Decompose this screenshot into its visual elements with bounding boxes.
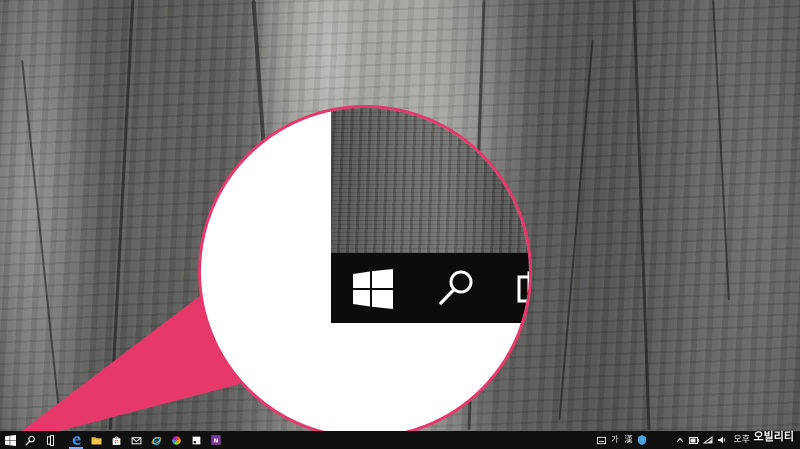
search-button[interactable] bbox=[20, 431, 40, 449]
paint-icon bbox=[192, 436, 200, 444]
onenote-icon: N bbox=[211, 435, 221, 445]
internet-explorer-button[interactable] bbox=[146, 431, 166, 449]
windows-logo-icon bbox=[353, 269, 393, 309]
magnified-taskbar bbox=[331, 253, 529, 323]
clock-period-label[interactable]: 오후 bbox=[729, 431, 752, 449]
store-bag-icon bbox=[112, 436, 120, 445]
svg-text:N: N bbox=[214, 438, 219, 444]
search-icon bbox=[24, 435, 35, 446]
mail-button[interactable] bbox=[126, 431, 146, 449]
battery-icon[interactable] bbox=[687, 431, 701, 449]
paint-button[interactable] bbox=[186, 431, 206, 449]
keyboard-icon[interactable] bbox=[594, 431, 608, 449]
chevron-up-icon[interactable] bbox=[673, 431, 687, 449]
windows-logo-icon bbox=[4, 434, 16, 446]
search-icon bbox=[439, 270, 473, 305]
color-wheel-icon bbox=[171, 435, 181, 445]
task-view-icon bbox=[46, 434, 54, 446]
taskbar: N 가 漢 오후 bbox=[0, 431, 800, 449]
magnified-wallpaper bbox=[331, 108, 529, 253]
zoom-magnifier bbox=[198, 105, 532, 439]
task-view-button[interactable] bbox=[40, 431, 60, 449]
wifi-icon[interactable] bbox=[701, 431, 715, 449]
edge-icon bbox=[72, 435, 80, 445]
mail-icon bbox=[131, 436, 141, 444]
settings-app-icon[interactable] bbox=[635, 431, 649, 449]
edge-button[interactable] bbox=[66, 431, 86, 449]
onenote-button[interactable]: N bbox=[206, 431, 226, 449]
volume-icon[interactable] bbox=[715, 431, 729, 449]
file-explorer-button[interactable] bbox=[86, 431, 106, 449]
ime-hanja-indicator[interactable]: 漢 bbox=[621, 431, 635, 449]
ime-mode-indicator[interactable]: 가 bbox=[608, 431, 621, 449]
watermark-text: 오빌리티 bbox=[753, 430, 794, 443]
photos-button[interactable] bbox=[166, 431, 186, 449]
folder-icon bbox=[91, 436, 101, 444]
start-button[interactable] bbox=[0, 431, 20, 449]
store-button[interactable] bbox=[106, 431, 126, 449]
ie-icon bbox=[151, 436, 161, 445]
